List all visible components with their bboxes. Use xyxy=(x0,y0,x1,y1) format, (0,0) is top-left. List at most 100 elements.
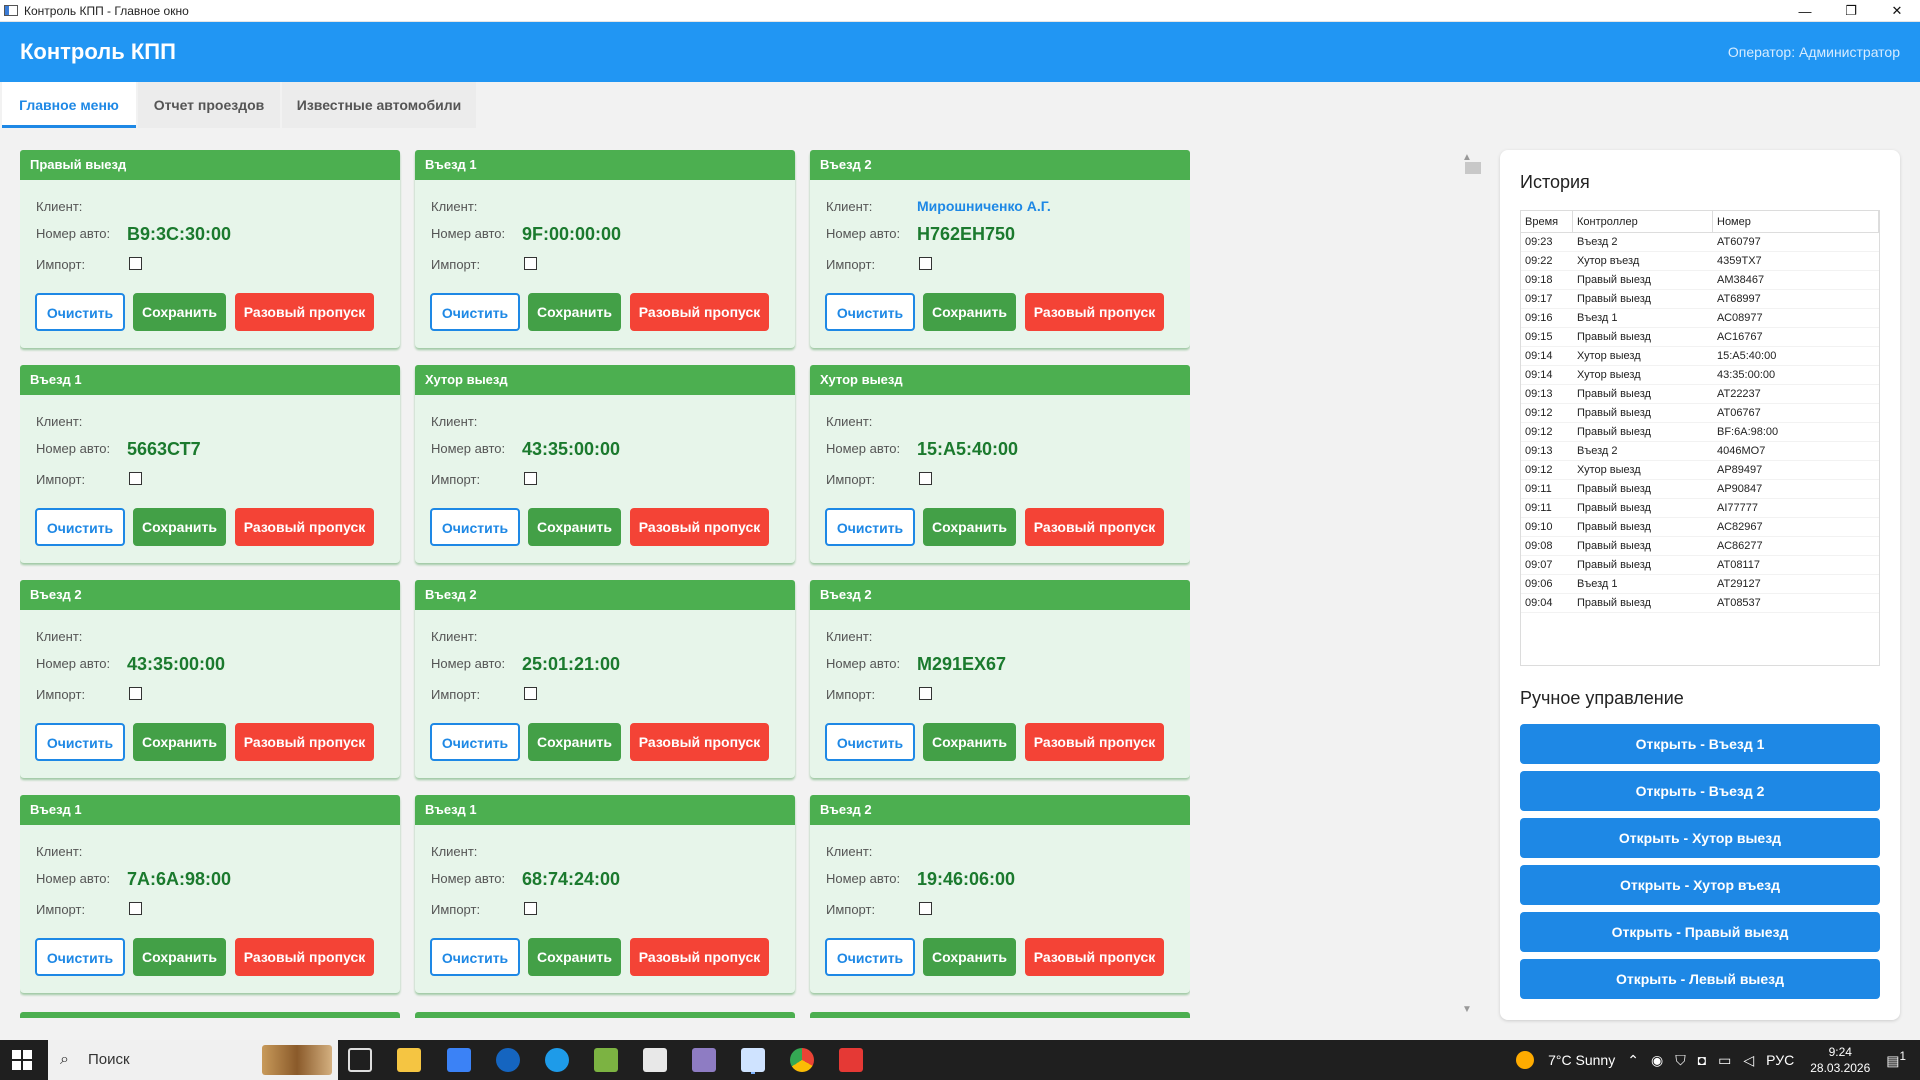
one-time-pass-button[interactable]: Разовый пропуск xyxy=(235,938,374,976)
tab-passage-report[interactable]: Отчет проездов xyxy=(138,82,280,128)
save-button[interactable]: Сохранить xyxy=(528,938,621,976)
one-time-pass-button[interactable]: Разовый пропуск xyxy=(630,723,769,761)
file-explorer-icon[interactable] xyxy=(397,1048,421,1072)
open-gate-button[interactable]: Открыть - Левый выезд xyxy=(1520,959,1880,999)
import-checkbox[interactable] xyxy=(129,257,142,270)
history-row[interactable]: 09:18 Правый выезд АМ38467 xyxy=(1521,271,1879,290)
history-row[interactable]: 09:15 Правый выезд АС16767 xyxy=(1521,328,1879,347)
history-row[interactable]: 09:14 Хутор выезд 43:35:00:00 xyxy=(1521,366,1879,385)
windows-start-icon[interactable] xyxy=(12,1050,32,1070)
notification-icon[interactable]: ▤1 xyxy=(1886,1050,1906,1070)
outlook-icon[interactable] xyxy=(496,1048,520,1072)
history-row[interactable]: 09:13 Въезд 2 4046МО7 xyxy=(1521,442,1879,461)
history-row[interactable]: 09:14 Хутор выезд 15:A5:40:00 xyxy=(1521,347,1879,366)
scroll-down-arrow-icon[interactable]: ▼ xyxy=(1462,1004,1472,1015)
save-button[interactable]: Сохранить xyxy=(923,293,1016,331)
import-checkbox[interactable] xyxy=(919,472,932,485)
clear-button[interactable]: Очистить xyxy=(430,293,520,331)
history-row[interactable]: 09:17 Правый выезд АТ68997 xyxy=(1521,290,1879,309)
one-time-pass-button[interactable]: Разовый пропуск xyxy=(630,293,769,331)
open-gate-button[interactable]: Открыть - Правый выезд xyxy=(1520,912,1880,952)
history-col-time[interactable]: Время xyxy=(1521,211,1573,232)
tray-chevron-icon[interactable]: ⌃ xyxy=(1627,1052,1639,1069)
weather-text[interactable]: 7°C Sunny xyxy=(1548,1052,1615,1068)
volume-icon[interactable]: ◁ xyxy=(1743,1052,1754,1069)
history-row[interactable]: 09:12 Правый выезд АТ06767 xyxy=(1521,404,1879,423)
clear-button[interactable]: Очистить xyxy=(825,293,915,331)
chrome-icon[interactable] xyxy=(790,1048,814,1072)
internet-explorer-icon[interactable] xyxy=(545,1048,569,1072)
taskbar-search[interactable]: ⌕ Поиск xyxy=(48,1040,338,1080)
language-indicator[interactable]: РУС xyxy=(1766,1052,1794,1068)
one-time-pass-button[interactable]: Разовый пропуск xyxy=(1025,723,1164,761)
clear-button[interactable]: Очистить xyxy=(825,508,915,546)
clear-button[interactable]: Очистить xyxy=(35,293,125,331)
clear-button[interactable]: Очистить xyxy=(825,723,915,761)
clear-button[interactable]: Очистить xyxy=(825,938,915,976)
app-python-icon[interactable] xyxy=(594,1048,618,1072)
import-checkbox[interactable] xyxy=(524,472,537,485)
clear-button[interactable]: Очистить xyxy=(430,938,520,976)
history-row[interactable]: 09:16 Въезд 1 АС08977 xyxy=(1521,309,1879,328)
history-col-plate[interactable]: Номер xyxy=(1713,211,1879,232)
tray-record-icon[interactable]: ◉ xyxy=(1651,1052,1663,1069)
history-row[interactable]: 09:07 Правый выезд АТ08117 xyxy=(1521,556,1879,575)
history-row[interactable]: 09:12 Правый выезд BF:6A:98:00 xyxy=(1521,423,1879,442)
one-time-pass-button[interactable]: Разовый пропуск xyxy=(235,508,374,546)
save-button[interactable]: Сохранить xyxy=(923,723,1016,761)
import-checkbox[interactable] xyxy=(129,472,142,485)
clear-button[interactable]: Очистить xyxy=(35,723,125,761)
save-button[interactable]: Сохранить xyxy=(133,723,226,761)
clear-button[interactable]: Очистить xyxy=(430,723,520,761)
one-time-pass-button[interactable]: Разовый пропуск xyxy=(235,723,374,761)
app-kpp-icon[interactable] xyxy=(741,1048,765,1072)
history-row[interactable]: 09:06 Въезд 1 АТ29127 xyxy=(1521,575,1879,594)
open-gate-button[interactable]: Открыть - Въезд 1 xyxy=(1520,724,1880,764)
save-button[interactable]: Сохранить xyxy=(528,508,621,546)
network-icon[interactable]: ▭ xyxy=(1718,1052,1731,1069)
history-col-controller[interactable]: Контроллер xyxy=(1573,211,1713,232)
clear-button[interactable]: Очистить xyxy=(35,938,125,976)
import-checkbox[interactable] xyxy=(919,902,932,915)
import-checkbox[interactable] xyxy=(919,687,932,700)
open-gate-button[interactable]: Открыть - Хутор выезд xyxy=(1520,818,1880,858)
tab-main-menu[interactable]: Главное меню xyxy=(2,82,136,128)
one-time-pass-button[interactable]: Разовый пропуск xyxy=(630,508,769,546)
minimize-button[interactable]: — xyxy=(1782,0,1828,22)
tray-shield-icon[interactable]: ⛉ xyxy=(1675,1052,1686,1069)
save-button[interactable]: Сохранить xyxy=(133,938,226,976)
history-row[interactable]: 09:13 Правый выезд АТ22237 xyxy=(1521,385,1879,404)
history-row[interactable]: 09:11 Правый выезд АІ77777 xyxy=(1521,499,1879,518)
tray-camera-icon[interactable]: ◘ xyxy=(1698,1052,1706,1068)
history-row[interactable]: 09:23 Въезд 2 АТ60797 xyxy=(1521,233,1879,252)
history-row[interactable]: 09:08 Правый выезд АС86277 xyxy=(1521,537,1879,556)
import-checkbox[interactable] xyxy=(524,687,537,700)
history-row[interactable]: 09:04 Правый выезд АТ08537 xyxy=(1521,594,1879,613)
history-row[interactable]: 09:22 Хутор въезд 4359ТХ7 xyxy=(1521,252,1879,271)
import-checkbox[interactable] xyxy=(129,687,142,700)
save-button[interactable]: Сохранить xyxy=(528,293,621,331)
one-time-pass-button[interactable]: Разовый пропуск xyxy=(1025,938,1164,976)
tab-known-cars[interactable]: Известные автомобили xyxy=(282,82,476,128)
history-row[interactable]: 09:11 Правый выезд АР90847 xyxy=(1521,480,1879,499)
open-gate-button[interactable]: Открыть - Въезд 2 xyxy=(1520,771,1880,811)
save-button[interactable]: Сохранить xyxy=(528,723,621,761)
save-button[interactable]: Сохранить xyxy=(133,508,226,546)
app-hex-icon[interactable] xyxy=(692,1048,716,1072)
app-window-icon[interactable] xyxy=(643,1048,667,1072)
restore-button[interactable]: ❐ xyxy=(1828,0,1874,22)
save-button[interactable]: Сохранить xyxy=(923,508,1016,546)
import-checkbox[interactable] xyxy=(919,257,932,270)
one-time-pass-button[interactable]: Разовый пропуск xyxy=(1025,508,1164,546)
anydesk-icon[interactable] xyxy=(839,1048,863,1072)
import-checkbox[interactable] xyxy=(524,902,537,915)
import-checkbox[interactable] xyxy=(524,257,537,270)
store-icon[interactable] xyxy=(447,1048,471,1072)
clear-button[interactable]: Очистить xyxy=(430,508,520,546)
scrollbar-thumb[interactable] xyxy=(1465,162,1481,174)
import-checkbox[interactable] xyxy=(129,902,142,915)
one-time-pass-button[interactable]: Разовый пропуск xyxy=(1025,293,1164,331)
one-time-pass-button[interactable]: Разовый пропуск xyxy=(235,293,374,331)
save-button[interactable]: Сохранить xyxy=(133,293,226,331)
open-gate-button[interactable]: Открыть - Хутор въезд xyxy=(1520,865,1880,905)
